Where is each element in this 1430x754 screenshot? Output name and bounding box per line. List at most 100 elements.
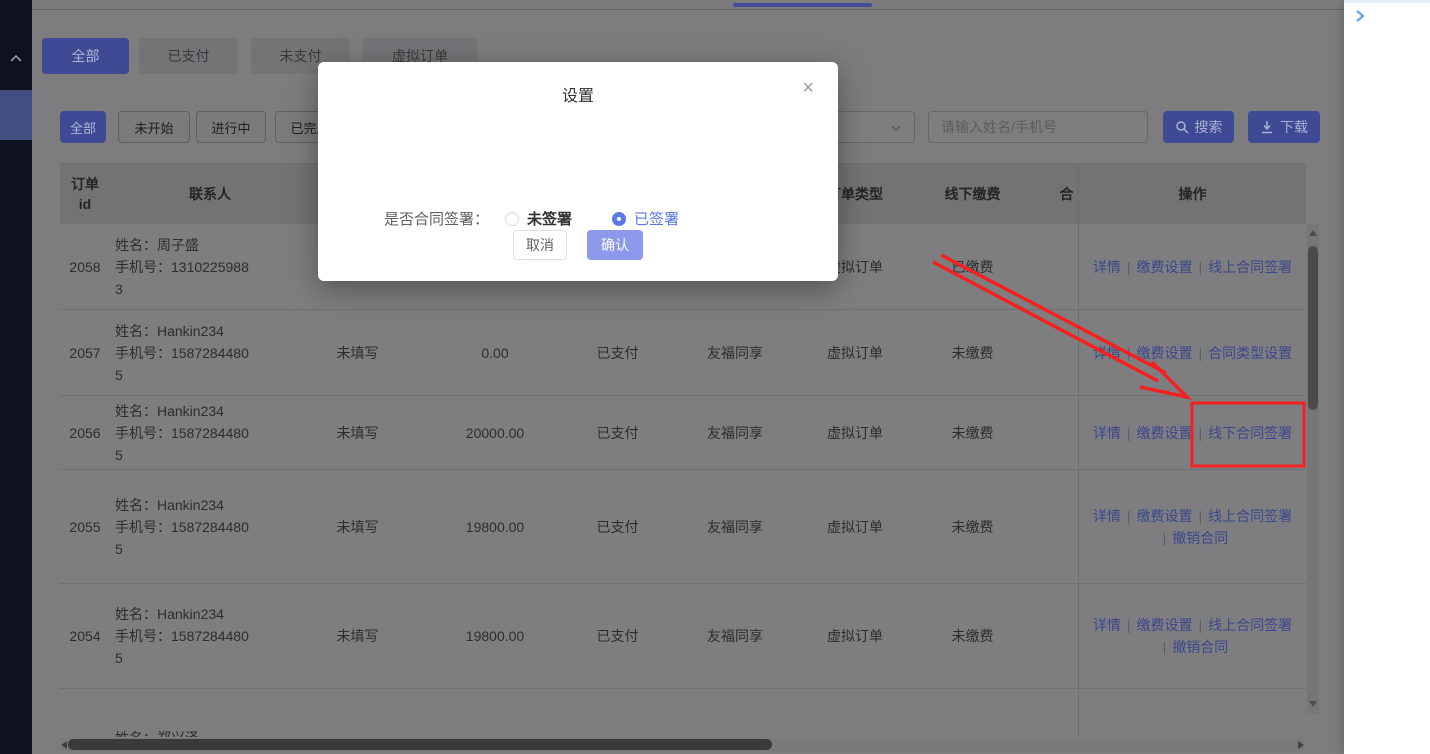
cell: 2058 <box>60 224 110 309</box>
cell: 友福同享 <box>650 584 820 688</box>
cell: 已缴费 <box>890 689 1055 737</box>
table-row: 2055姓名：Hankin234手机号：15872844805未填写19800.… <box>60 470 1306 584</box>
action-separator: | <box>1127 617 1131 633</box>
dialog-footer: 取消 确认 <box>318 230 838 260</box>
cell: 友福同享 <box>650 310 820 395</box>
sidebar-active-item[interactable] <box>0 90 32 140</box>
cell: 已支付 <box>585 396 650 469</box>
status-filter-1[interactable]: 未开始 <box>118 111 190 143</box>
contact-line: 姓名：Hankin234 <box>115 320 224 342</box>
contact-line: 姓名：Hankin234 <box>115 400 224 422</box>
action-separator: | <box>1127 425 1131 441</box>
cell: 姓名：Hankin234手机号：15872844805 <box>110 470 310 583</box>
action-link[interactable]: 线上合同签署 <box>1208 617 1292 633</box>
action-link[interactable]: 线上合同签署 <box>1208 508 1292 524</box>
action-link[interactable]: 合同类型设置 <box>1208 345 1292 361</box>
app-window: 全部已支付未支付虚拟订单 全部未开始进行中已完成 搜索 下载 订单id联系人订单… <box>0 0 1430 754</box>
search-input[interactable] <box>928 111 1148 143</box>
actions-cell: 详情|缴费设置|线上合同签署 <box>1078 689 1306 737</box>
table-row: 2057姓名：Hankin234手机号：15872844805未填写0.00已支… <box>60 310 1306 396</box>
action-line: 详情|缴费设置|线上合同签署 <box>1093 614 1292 636</box>
action-link[interactable]: 缴费设置 <box>1137 617 1193 633</box>
cell: 友福同享 <box>650 689 820 737</box>
action-link[interactable]: 详情 <box>1093 345 1121 361</box>
contact-line: 姓名：周子盛 <box>115 234 199 256</box>
action-link[interactable]: 撤销合同 <box>1172 639 1228 655</box>
column-header-7: 线下缴费 <box>890 164 1055 224</box>
radio-circle-icon <box>612 212 626 226</box>
actions-cell: 详情|缴费设置|线上合同签署|撤销合同 <box>1078 470 1306 583</box>
cell: 未填写 <box>310 584 405 688</box>
action-line: 详情|缴费设置|合同类型设置 <box>1093 342 1292 364</box>
radio-signed[interactable]: 已签署 <box>612 208 679 229</box>
status-filter-0[interactable]: 全部 <box>60 111 106 143</box>
action-link[interactable]: 详情 <box>1093 617 1121 633</box>
cell <box>1055 310 1078 395</box>
action-link[interactable]: 线下合同签署 <box>1208 425 1292 441</box>
active-nav-underline <box>733 3 872 7</box>
cell: 姓名：Hankin234手机号：15872844805 <box>110 310 310 395</box>
cell: 虚拟订单 <box>820 470 890 583</box>
confirm-button[interactable]: 确认 <box>587 230 643 260</box>
action-line: |撤销合同 <box>1157 636 1229 658</box>
cell: 虚拟订单 <box>820 310 890 395</box>
search-button[interactable]: 搜索 <box>1163 111 1234 143</box>
horizontal-scrollbar[interactable] <box>60 738 1305 751</box>
contact-line: 5 <box>115 444 123 466</box>
actions-cell: 详情|缴费设置|线下合同签署 <box>1078 396 1306 469</box>
radio-unsigned[interactable]: 未签署 <box>505 208 572 229</box>
chevron-right-icon[interactable] <box>1354 8 1366 29</box>
action-link[interactable]: 缴费设置 <box>1137 259 1193 275</box>
chevron-up-icon[interactable] <box>8 52 24 64</box>
action-separator: | <box>1127 345 1131 361</box>
horizontal-scrollbar-thumb[interactable] <box>68 739 772 750</box>
cell: 未填写 <box>310 689 405 737</box>
close-icon[interactable]: × <box>802 78 814 98</box>
tab-1[interactable]: 已支付 <box>139 38 238 74</box>
cell: 未缴费 <box>890 584 1055 688</box>
action-line: 详情|缴费设置|线下合同签署 <box>1093 422 1292 444</box>
cancel-button[interactable]: 取消 <box>513 230 567 260</box>
cell: 友福同享 <box>650 396 820 469</box>
cell: 0.00 <box>405 310 585 395</box>
field-label: 是否合同签署： <box>384 208 489 229</box>
cell: 姓名：周子盛手机号：13102259883 <box>110 224 310 309</box>
scroll-right-arrow-icon[interactable] <box>1298 741 1304 749</box>
scroll-left-arrow-icon[interactable] <box>61 741 67 749</box>
cell <box>1055 689 1078 737</box>
cell: 已支付 <box>585 584 650 688</box>
scroll-up-arrow-icon[interactable] <box>1309 230 1317 236</box>
chevron-down-icon <box>890 123 902 133</box>
right-drawer-panel <box>1344 0 1430 754</box>
contact-line: 手机号：1587284480 <box>115 625 249 647</box>
cell: 虚拟订单 <box>820 584 890 688</box>
action-link[interactable]: 详情 <box>1093 508 1121 524</box>
radio-circle-icon <box>505 212 519 226</box>
cell <box>1055 470 1078 583</box>
tab-0[interactable]: 全部 <box>42 38 129 74</box>
cell: 虚拟订单 <box>820 689 890 737</box>
scroll-down-arrow-icon[interactable] <box>1309 701 1317 707</box>
table-row: 2053姓名：郑兴泽手机号：1348072354未填写19800.00已支付友福… <box>60 689 1306 737</box>
action-line: |撤销合同 <box>1157 527 1229 549</box>
action-link[interactable]: 撤销合同 <box>1172 530 1228 546</box>
cell: 未缴费 <box>890 310 1055 395</box>
contract-sign-field: 是否合同签署： 未签署 已签署 <box>384 208 679 229</box>
contact-line: 姓名：Hankin234 <box>115 603 224 625</box>
vertical-scrollbar[interactable] <box>1307 224 1319 713</box>
cell: 友福同享 <box>650 470 820 583</box>
action-separator: | <box>1127 259 1131 275</box>
download-button[interactable]: 下载 <box>1248 111 1320 143</box>
action-link[interactable]: 缴费设置 <box>1137 425 1193 441</box>
action-link[interactable]: 详情 <box>1093 425 1121 441</box>
contact-line: 5 <box>115 364 123 386</box>
action-link[interactable]: 缴费设置 <box>1137 345 1193 361</box>
action-link[interactable]: 缴费设置 <box>1137 508 1193 524</box>
vertical-scrollbar-thumb[interactable] <box>1308 246 1318 410</box>
action-link[interactable]: 详情 <box>1093 259 1121 275</box>
cell: 姓名：郑兴泽手机号：1348072354 <box>110 689 310 737</box>
settings-dialog: 设置 × 是否合同签署： 未签署 已签署 取消 确认 <box>318 62 838 281</box>
cell: 未填写 <box>310 470 405 583</box>
action-link[interactable]: 线上合同签署 <box>1208 259 1292 275</box>
status-filter-2[interactable]: 进行中 <box>196 111 266 143</box>
